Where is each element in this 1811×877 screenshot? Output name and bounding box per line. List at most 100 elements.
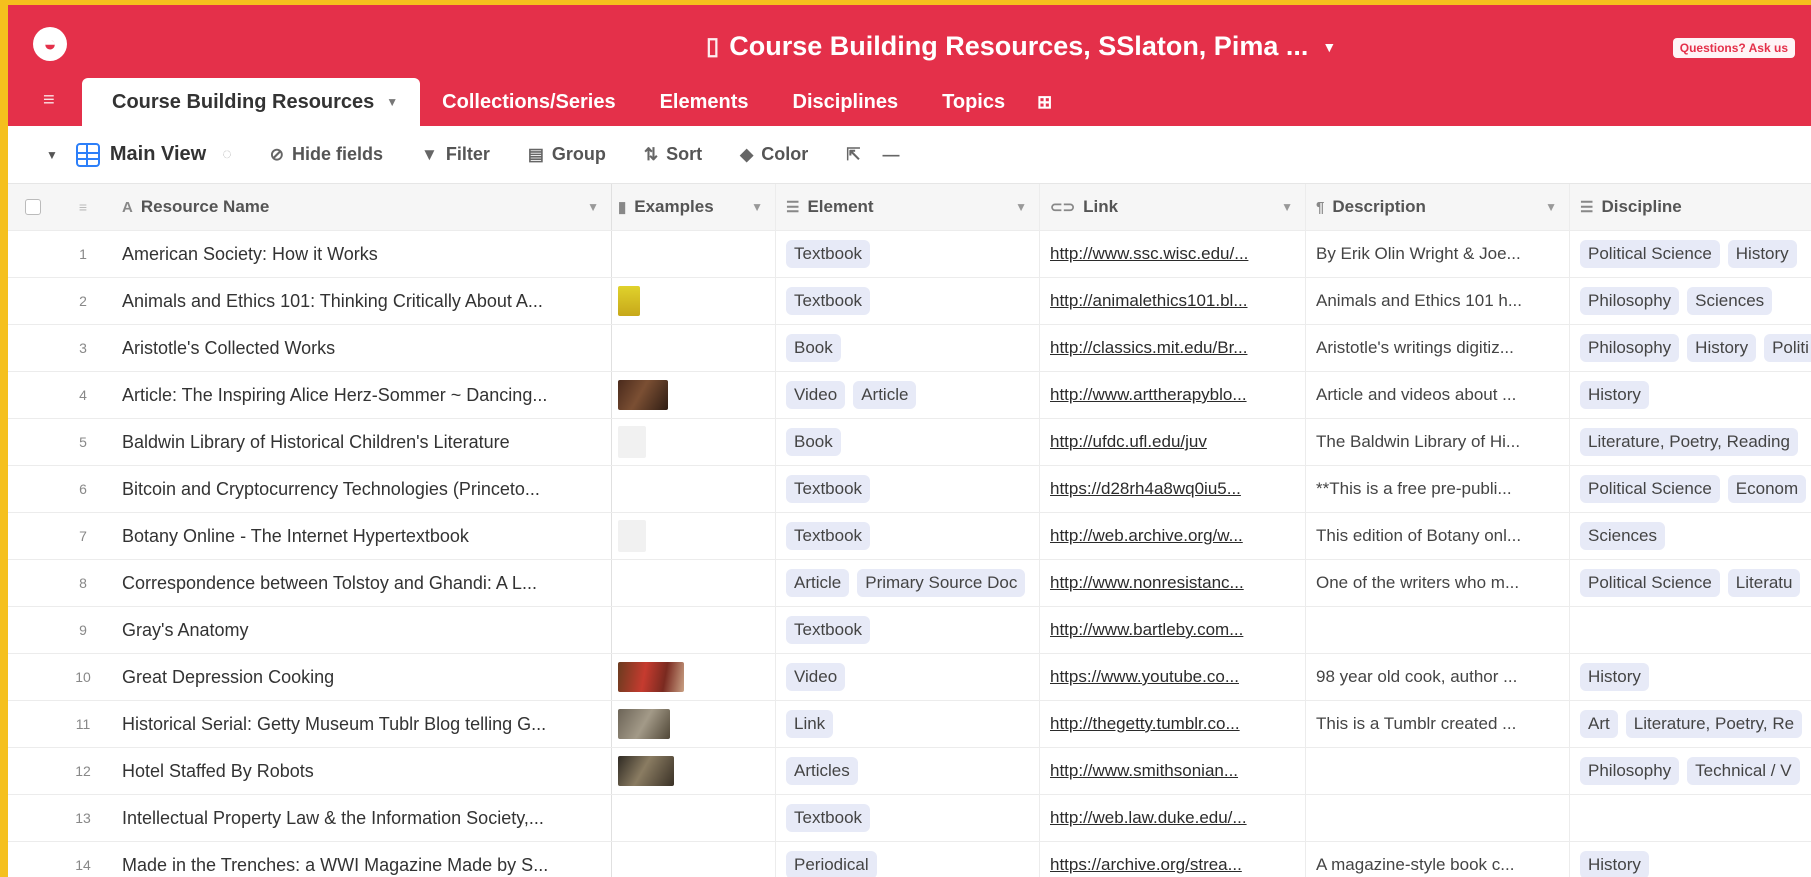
discipline-cell[interactable]: Literature, Poetry, Reading <box>1570 419 1811 465</box>
element-cell[interactable]: Book <box>776 419 1040 465</box>
link-cell[interactable]: https://archive.org/strea... <box>1040 842 1306 877</box>
element-cell[interactable]: Video <box>776 654 1040 700</box>
add-table-icon[interactable]: ⊞ <box>1027 78 1062 126</box>
examples-cell[interactable] <box>612 325 776 371</box>
resource-name-cell[interactable]: Intellectual Property Law & the Informat… <box>108 795 612 841</box>
base-title[interactable]: ▯ Course Building Resources, SSlaton, Pi… <box>706 31 1336 62</box>
resource-name-cell[interactable]: American Society: How it Works <box>108 231 612 277</box>
resource-link[interactable]: http://web.law.duke.edu/... <box>1050 808 1247 828</box>
discipline-cell[interactable]: Art Literature, Poetry, Re <box>1570 701 1811 747</box>
description-cell[interactable]: Aristotle's writings digitiz... <box>1306 325 1570 371</box>
element-cell[interactable]: Textbook <box>776 607 1040 653</box>
resource-name-cell[interactable]: Animals and Ethics 101: Thinking Critica… <box>108 278 612 324</box>
examples-cell[interactable] <box>612 419 776 465</box>
link-cell[interactable]: https://d28rh4a8wq0iu5... <box>1040 466 1306 512</box>
discipline-cell[interactable]: History <box>1570 842 1811 877</box>
resource-name-cell[interactable]: Gray's Anatomy <box>108 607 612 653</box>
view-switcher[interactable]: Main View ◌ <box>75 142 232 167</box>
resource-name-cell[interactable]: Article: The Inspiring Alice Herz-Sommer… <box>108 372 612 418</box>
resource-name-cell[interactable]: Baldwin Library of Historical Children's… <box>108 419 612 465</box>
resource-link[interactable]: http://ufdc.ufl.edu/juv <box>1050 432 1207 452</box>
chevron-down-icon[interactable]: ▼ <box>386 95 398 109</box>
attachment-thumbnail[interactable] <box>618 286 640 316</box>
link-cell[interactable]: http://web.law.duke.edu/... <box>1040 795 1306 841</box>
table-row[interactable]: 1 American Society: How it Works Textbook h… <box>8 231 1811 278</box>
link-cell[interactable]: https://www.youtube.co... <box>1040 654 1306 700</box>
discipline-cell[interactable]: Political Science Literatu <box>1570 560 1811 606</box>
description-cell[interactable]: Article and videos about ... <box>1306 372 1570 418</box>
column-header-element[interactable]: ☰ Element ▼ <box>776 184 1040 230</box>
attachment-thumbnail[interactable] <box>618 756 674 786</box>
table-row[interactable]: 2 Animals and Ethics 101: Thinking Critic… <box>8 278 1811 325</box>
link-cell[interactable]: http://thegetty.tumblr.co... <box>1040 701 1306 747</box>
airtable-logo-icon[interactable]: ◒ <box>33 27 67 61</box>
examples-cell[interactable] <box>612 842 776 877</box>
resource-link[interactable]: http://www.smithsonian... <box>1050 761 1238 781</box>
discipline-cell[interactable]: Political Science Econom <box>1570 466 1811 512</box>
link-cell[interactable]: http://web.archive.org/w... <box>1040 513 1306 559</box>
examples-cell[interactable] <box>612 795 776 841</box>
description-cell[interactable]: Animals and Ethics 101 h... <box>1306 278 1570 324</box>
row-checkbox-cell[interactable] <box>8 701 58 747</box>
select-all-checkbox[interactable] <box>8 184 58 230</box>
help-button[interactable]: Questions? Ask us <box>1672 38 1795 58</box>
attachment-thumbnail[interactable] <box>618 709 670 739</box>
link-cell[interactable]: http://www.arttherapyblo... <box>1040 372 1306 418</box>
discipline-cell[interactable]: Philosophy Technical / V <box>1570 748 1811 794</box>
description-cell[interactable]: By Erik Olin Wright & Joe... <box>1306 231 1570 277</box>
column-header-link[interactable]: ⊂⊃ Link ▼ <box>1040 184 1306 230</box>
row-checkbox-cell[interactable] <box>8 325 58 371</box>
resource-name-cell[interactable]: Hotel Staffed By Robots <box>108 748 612 794</box>
hamburger-menu-icon[interactable]: ≡ <box>43 89 55 112</box>
chevron-down-icon[interactable]: ▼ <box>46 148 58 162</box>
element-cell[interactable]: Textbook <box>776 795 1040 841</box>
more-options-button[interactable]: — <box>883 145 900 165</box>
examples-cell[interactable] <box>612 231 776 277</box>
color-button[interactable]: ◆ Color <box>740 144 808 165</box>
examples-cell[interactable] <box>612 607 776 653</box>
description-cell[interactable] <box>1306 795 1570 841</box>
table-row[interactable]: 14 Made in the Trenches: a WWI Magazine M… <box>8 842 1811 877</box>
filter-button[interactable]: ▼ Filter <box>421 144 490 165</box>
row-checkbox-cell[interactable] <box>8 795 58 841</box>
resource-link[interactable]: http://animalethics101.bl... <box>1050 291 1248 311</box>
row-checkbox-cell[interactable] <box>8 560 58 606</box>
resource-name-cell[interactable]: Made in the Trenches: a WWI Magazine Mad… <box>108 842 612 877</box>
attachment-thumbnail[interactable] <box>618 520 646 552</box>
resource-link[interactable]: http://web.archive.org/w... <box>1050 526 1243 546</box>
resource-name-cell[interactable]: Historical Serial: Getty Museum Tublr Bl… <box>108 701 612 747</box>
examples-cell[interactable] <box>612 278 776 324</box>
description-cell[interactable]: A magazine-style book c... <box>1306 842 1570 877</box>
table-row[interactable]: 12 Hotel Staffed By Robots Articles http://… <box>8 748 1811 795</box>
element-cell[interactable]: Textbook <box>776 466 1040 512</box>
row-checkbox-cell[interactable] <box>8 607 58 653</box>
discipline-cell[interactable] <box>1570 607 1811 653</box>
share-view-button[interactable]: ⇱ <box>846 145 860 165</box>
description-cell[interactable]: This is a Tumblr created ... <box>1306 701 1570 747</box>
link-cell[interactable]: http://www.ssc.wisc.edu/... <box>1040 231 1306 277</box>
row-checkbox-cell[interactable] <box>8 842 58 877</box>
attachment-thumbnail[interactable] <box>618 426 646 458</box>
resource-link[interactable]: http://thegetty.tumblr.co... <box>1050 714 1240 734</box>
discipline-cell[interactable]: Philosophy Sciences <box>1570 278 1811 324</box>
row-checkbox-cell[interactable] <box>8 372 58 418</box>
chevron-down-icon[interactable]: ▼ <box>587 200 599 214</box>
column-header-examples[interactable]: ▮ Examples ▼ <box>612 184 776 230</box>
description-cell[interactable]: The Baldwin Library of Hi... <box>1306 419 1570 465</box>
discipline-cell[interactable]: Sciences <box>1570 513 1811 559</box>
discipline-cell[interactable] <box>1570 795 1811 841</box>
chevron-down-icon[interactable]: ▼ <box>1015 200 1027 214</box>
chevron-down-icon[interactable]: ▼ <box>1545 200 1557 214</box>
attachment-thumbnail[interactable] <box>618 662 684 692</box>
discipline-cell[interactable]: History <box>1570 654 1811 700</box>
examples-cell[interactable] <box>612 560 776 606</box>
link-cell[interactable]: http://animalethics101.bl... <box>1040 278 1306 324</box>
examples-cell[interactable] <box>612 466 776 512</box>
resource-name-cell[interactable]: Great Depression Cooking <box>108 654 612 700</box>
resource-link[interactable]: http://classics.mit.edu/Br... <box>1050 338 1247 358</box>
tab-collections-series[interactable]: Collections/Series <box>420 78 637 126</box>
element-cell[interactable]: Periodical <box>776 842 1040 877</box>
element-cell[interactable]: Articles <box>776 748 1040 794</box>
description-cell[interactable] <box>1306 607 1570 653</box>
link-cell[interactable]: http://classics.mit.edu/Br... <box>1040 325 1306 371</box>
